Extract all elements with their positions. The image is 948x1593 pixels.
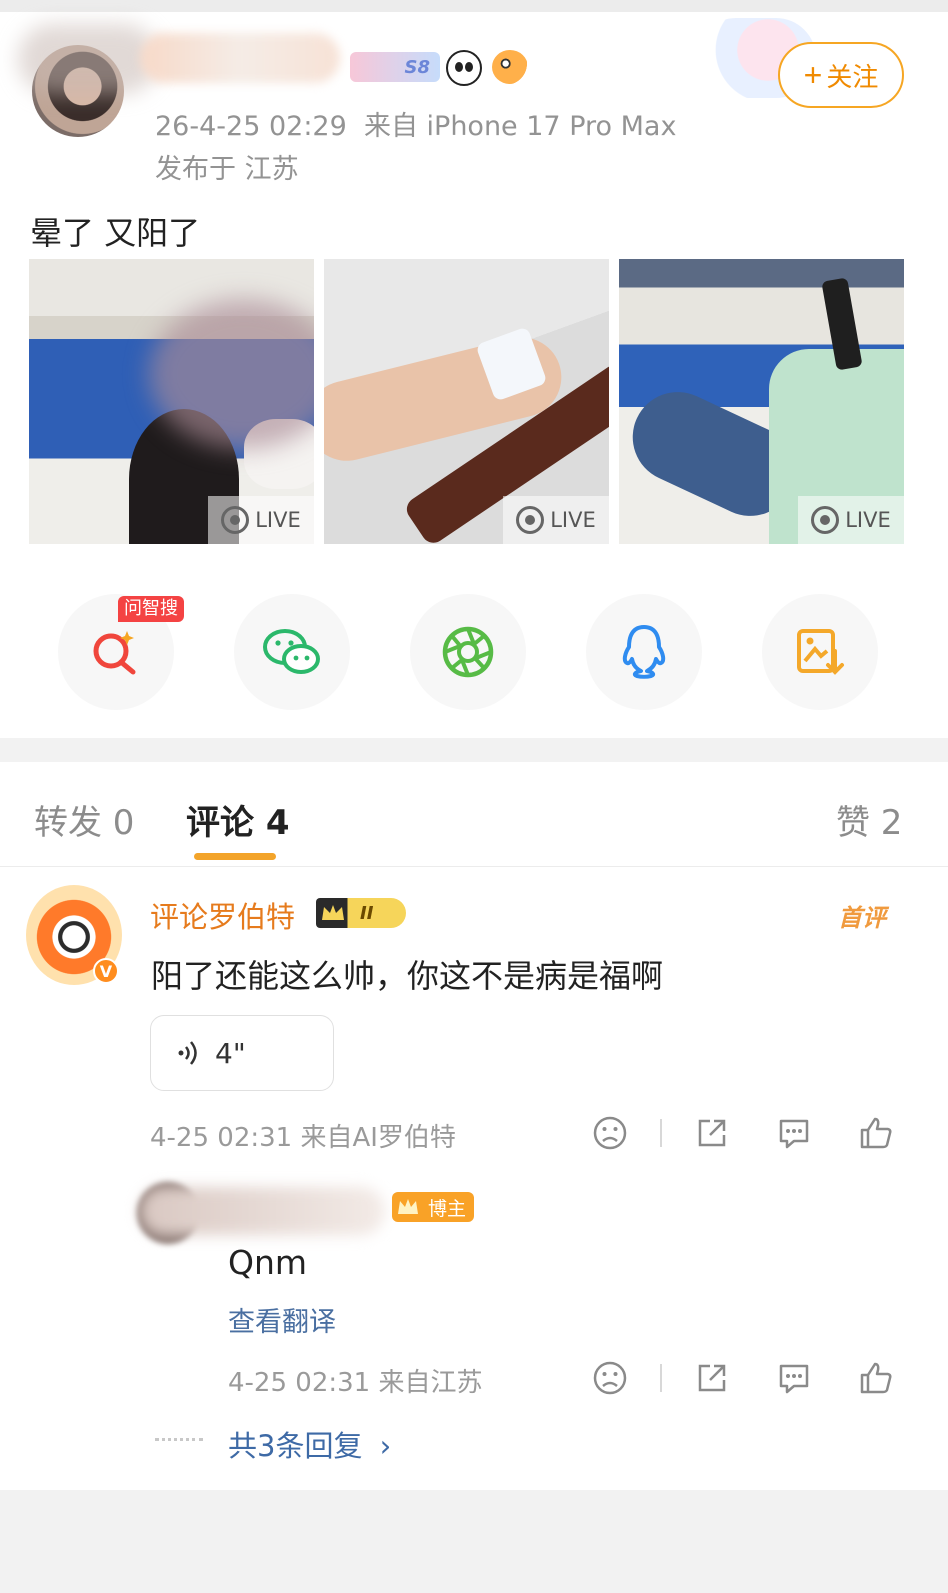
live-badge: LIVE (208, 496, 314, 544)
verified-badge: V (93, 958, 119, 984)
top-band (0, 0, 948, 12)
post-photo-3[interactable]: LIVE (619, 259, 904, 544)
save-image-icon (797, 629, 844, 675)
qq-icon (622, 625, 666, 679)
chevron-right-icon: › (379, 1429, 392, 1463)
share-qq-button[interactable] (586, 594, 702, 710)
author-badge: 博主 (392, 1192, 474, 1222)
comment-source: 来自AI罗伯特 (300, 1123, 456, 1153)
post-source: 来自 iPhone 17 Pro Max (363, 111, 677, 142)
rank-badge: II (316, 898, 406, 928)
post-text: 晕了 又阳了 (30, 214, 201, 252)
crown-icon (398, 1199, 418, 1214)
reply-time: 4-25 02:31 (228, 1368, 371, 1398)
comment-text: 阳了还能这么帅，你这不是病是福啊 (151, 957, 664, 995)
live-photo-icon (811, 506, 840, 534)
tab-reposts[interactable]: 转发 0 (34, 795, 134, 844)
plus-icon: + (803, 57, 823, 93)
live-label: LIVE (845, 508, 891, 532)
ai-search-icon (93, 631, 136, 675)
wechat-icon (263, 629, 320, 674)
author-badge-label: 博主 (427, 1197, 466, 1220)
section-divider (0, 738, 948, 762)
reply-source: 来自江苏 (378, 1368, 483, 1398)
translate-link[interactable]: 查看翻译 (228, 1300, 336, 1339)
moments-icon (442, 626, 494, 678)
tab-divider (0, 866, 948, 867)
like-icon[interactable] (858, 1360, 894, 1396)
follow-button[interactable]: + 关注 (778, 42, 904, 108)
post-time: 26-4-25 02:29 (155, 111, 347, 142)
panda-icon (446, 50, 482, 86)
post-location: 发布于 江苏 (155, 154, 299, 185)
reply-meta: 4-25 02:31 来自江苏 (228, 1362, 482, 1399)
post-meta: 26-4-25 02:29 来自 iPhone 17 Pro Max (155, 104, 676, 143)
first-comment-badge: 首评 (838, 904, 886, 932)
author-name-blurred[interactable] (140, 33, 340, 83)
active-tab-indicator (194, 853, 276, 860)
commenter-name[interactable]: 评论罗伯特 (150, 894, 295, 936)
vip-level: S8 (404, 56, 431, 78)
action-separator (660, 1364, 662, 1392)
view-replies-link[interactable]: 共3条回复 › (228, 1423, 391, 1465)
comment-time: 4-25 02:31 (150, 1123, 293, 1153)
avatar-blur-overlay (18, 24, 158, 94)
weibo-post-detail: S8 + 关注 26-4-25 02:29 来自 iPhone 17 Pro M… (0, 0, 948, 1593)
voice-message[interactable]: 4" (150, 1015, 334, 1091)
live-label: LIVE (255, 508, 301, 532)
voice-duration: 4" (215, 1036, 246, 1070)
tab-comments[interactable]: 评论 4 (186, 795, 290, 844)
live-photo-icon (516, 506, 545, 534)
action-separator (660, 1119, 662, 1147)
reply-icon[interactable] (776, 1115, 812, 1151)
dislike-icon[interactable] (592, 1360, 628, 1396)
tab-likes[interactable]: 赞 2 (836, 795, 902, 844)
live-badge: LIVE (503, 496, 609, 544)
share-moments-button[interactable] (410, 594, 526, 710)
dislike-icon[interactable] (592, 1115, 628, 1151)
live-badge: LIVE (798, 496, 904, 544)
reply-dots-divider (155, 1438, 203, 1442)
post-photo-2[interactable]: LIVE (324, 259, 609, 544)
ai-search-badge: 问智搜 (118, 596, 184, 622)
save-image-button[interactable] (762, 594, 878, 710)
follow-label: 关注 (826, 61, 879, 92)
pufferfish-icon (492, 50, 528, 84)
comment-meta: 4-25 02:31 来自AI罗伯特 (150, 1117, 456, 1154)
crown-icon (322, 905, 344, 920)
reply-author-name-blurred[interactable] (140, 1187, 385, 1235)
bottom-band (0, 1490, 948, 1593)
view-replies-label: 共3条回复 (228, 1429, 363, 1463)
voice-wave-icon (178, 1041, 197, 1065)
reply-icon[interactable] (776, 1360, 812, 1396)
repost-icon[interactable] (694, 1115, 730, 1151)
reply-text: Qnm (228, 1243, 308, 1282)
repost-icon[interactable] (694, 1360, 730, 1396)
share-wechat-button[interactable] (234, 594, 350, 710)
like-icon[interactable] (858, 1115, 894, 1151)
post-photo-1[interactable]: LIVE (29, 259, 314, 544)
vip-badge[interactable]: S8 (350, 52, 440, 82)
live-label: LIVE (550, 508, 596, 532)
live-photo-icon (221, 506, 250, 534)
rank-level: II (360, 902, 374, 924)
